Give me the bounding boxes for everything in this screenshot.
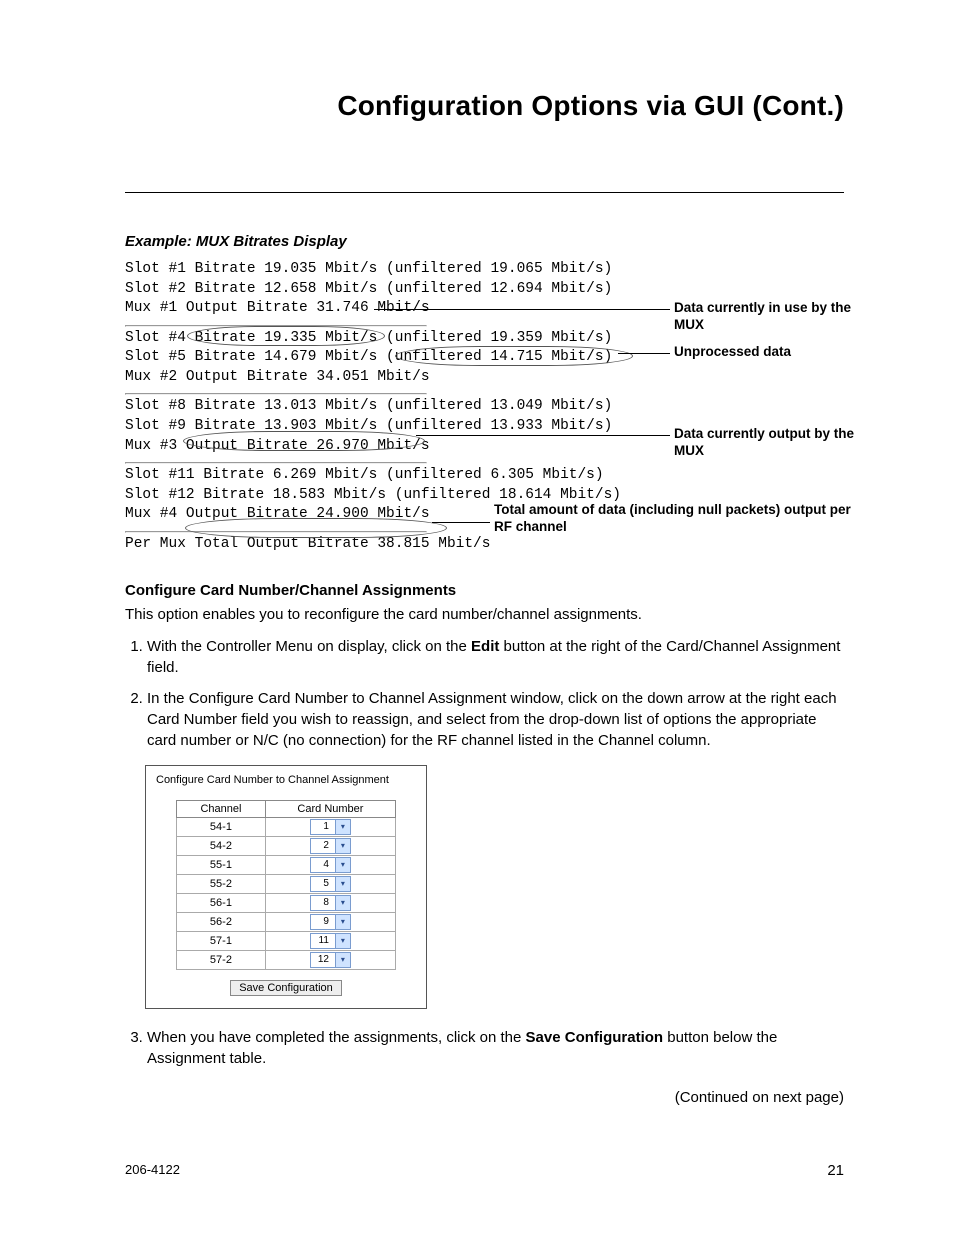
col-channel: Channel <box>177 800 266 817</box>
channel-cell: 55-2 <box>177 874 266 893</box>
chevron-down-icon: ▾ <box>335 858 350 872</box>
config-box-title: Configure Card Number to Channel Assignm… <box>146 766 426 800</box>
mono-line: Slot #11 Bitrate 6.269 Mbit/s (unfiltere… <box>125 466 844 486</box>
mono-line: Slot #8 Bitrate 13.013 Mbit/s (unfiltere… <box>125 397 844 417</box>
card-number-cell: 1▾ <box>265 817 395 836</box>
channel-cell: 54-1 <box>177 817 266 836</box>
mux-bitrates-example: Slot #1 Bitrate 19.035 Mbit/s (unfiltere… <box>125 258 844 560</box>
page-title: Configuration Options via GUI (Cont.) <box>125 90 844 122</box>
bold-save-config: Save Configuration <box>526 1029 664 1046</box>
channel-cell: 54-2 <box>177 836 266 855</box>
card-number-cell: 9▾ <box>265 912 395 931</box>
card-number-dropdown[interactable]: 11▾ <box>310 933 351 949</box>
channel-cell: 57-1 <box>177 931 266 950</box>
dropdown-value: 5 <box>311 877 335 891</box>
chevron-down-icon: ▾ <box>335 934 350 948</box>
mono-line: Slot #2 Bitrate 12.658 Mbit/s (unfiltere… <box>125 280 844 300</box>
card-number-dropdown[interactable]: 2▾ <box>310 838 351 854</box>
col-card-number: Card Number <box>265 800 395 817</box>
mono-line: Mux #2 Output Bitrate 34.051 Mbit/s <box>125 368 844 388</box>
channel-cell: 56-1 <box>177 893 266 912</box>
dropdown-value: 4 <box>311 858 335 872</box>
bold-edit: Edit <box>471 638 499 655</box>
table-row: 57-2 12▾ <box>177 950 396 969</box>
dropdown-value: 8 <box>311 896 335 910</box>
chevron-down-icon: ▾ <box>335 953 350 967</box>
continued-note: (Continued on next page) <box>125 1089 844 1106</box>
doc-number: 206-4122 <box>125 1162 180 1179</box>
chevron-down-icon: ▾ <box>335 820 350 834</box>
mono-line-total: Per Mux Total Output Bitrate 38.815 Mbit… <box>125 535 844 555</box>
mono-line: Slot #1 Bitrate 19.035 Mbit/s (unfiltere… <box>125 260 844 280</box>
channel-cell: 56-2 <box>177 912 266 931</box>
card-number-cell: 4▾ <box>265 855 395 874</box>
subsection-heading: Configure Card Number/Channel Assignment… <box>125 582 844 599</box>
step-2: In the Configure Card Number to Channel … <box>147 688 844 751</box>
dropdown-value: 2 <box>311 839 335 853</box>
card-number-dropdown[interactable]: 4▾ <box>310 857 351 873</box>
intro-paragraph: This option enables you to reconfigure t… <box>125 605 844 625</box>
page-number: 21 <box>827 1162 844 1179</box>
channel-cell: 57-2 <box>177 950 266 969</box>
table-row: 54-2 2▾ <box>177 836 396 855</box>
assignment-table: Channel Card Number 54-11▾54-22▾55-14▾55… <box>176 800 396 970</box>
annotation-data-output: Data currently output by the MUX <box>674 426 874 460</box>
table-row: 55-2 5▾ <box>177 874 396 893</box>
annotation-unprocessed: Unprocessed data <box>674 344 874 361</box>
channel-cell: 55-1 <box>177 855 266 874</box>
dropdown-value: 12 <box>311 953 335 967</box>
card-number-cell: 8▾ <box>265 893 395 912</box>
table-row: 56-2 9▾ <box>177 912 396 931</box>
card-number-dropdown[interactable]: 9▾ <box>310 914 351 930</box>
annotation-data-in: Data currently in use by the MUX <box>674 300 874 334</box>
example-caption: Example: MUX Bitrates Display <box>125 233 844 250</box>
section-rule <box>125 192 844 193</box>
dropdown-value: 9 <box>311 915 335 929</box>
card-number-cell: 5▾ <box>265 874 395 893</box>
steps-list: With the Controller Menu on display, cli… <box>125 636 844 751</box>
page-footer: 206-4122 21 <box>125 1162 844 1179</box>
config-card-channel-box: Configure Card Number to Channel Assignm… <box>145 765 427 1009</box>
card-number-dropdown[interactable]: 12▾ <box>310 952 351 968</box>
chevron-down-icon: ▾ <box>335 915 350 929</box>
dropdown-value: 11 <box>311 934 335 948</box>
chevron-down-icon: ▾ <box>335 839 350 853</box>
chevron-down-icon: ▾ <box>335 877 350 891</box>
annotation-total: Total amount of data (including null pac… <box>494 502 854 536</box>
card-number-dropdown[interactable]: 8▾ <box>310 895 351 911</box>
card-number-cell: 12▾ <box>265 950 395 969</box>
card-number-dropdown[interactable]: 1▾ <box>310 819 351 835</box>
table-row: 55-1 4▾ <box>177 855 396 874</box>
card-number-cell: 11▾ <box>265 931 395 950</box>
chevron-down-icon: ▾ <box>335 896 350 910</box>
save-configuration-button[interactable]: Save Configuration <box>230 980 342 996</box>
table-row: 56-1 8▾ <box>177 893 396 912</box>
steps-list-cont: When you have completed the assignments,… <box>125 1027 844 1069</box>
step-3: When you have completed the assignments,… <box>147 1027 844 1069</box>
table-row: 54-1 1▾ <box>177 817 396 836</box>
dropdown-value: 1 <box>311 820 335 834</box>
card-number-dropdown[interactable]: 5▾ <box>310 876 351 892</box>
table-row: 57-1 11▾ <box>177 931 396 950</box>
step-1: With the Controller Menu on display, cli… <box>147 636 844 678</box>
card-number-cell: 2▾ <box>265 836 395 855</box>
